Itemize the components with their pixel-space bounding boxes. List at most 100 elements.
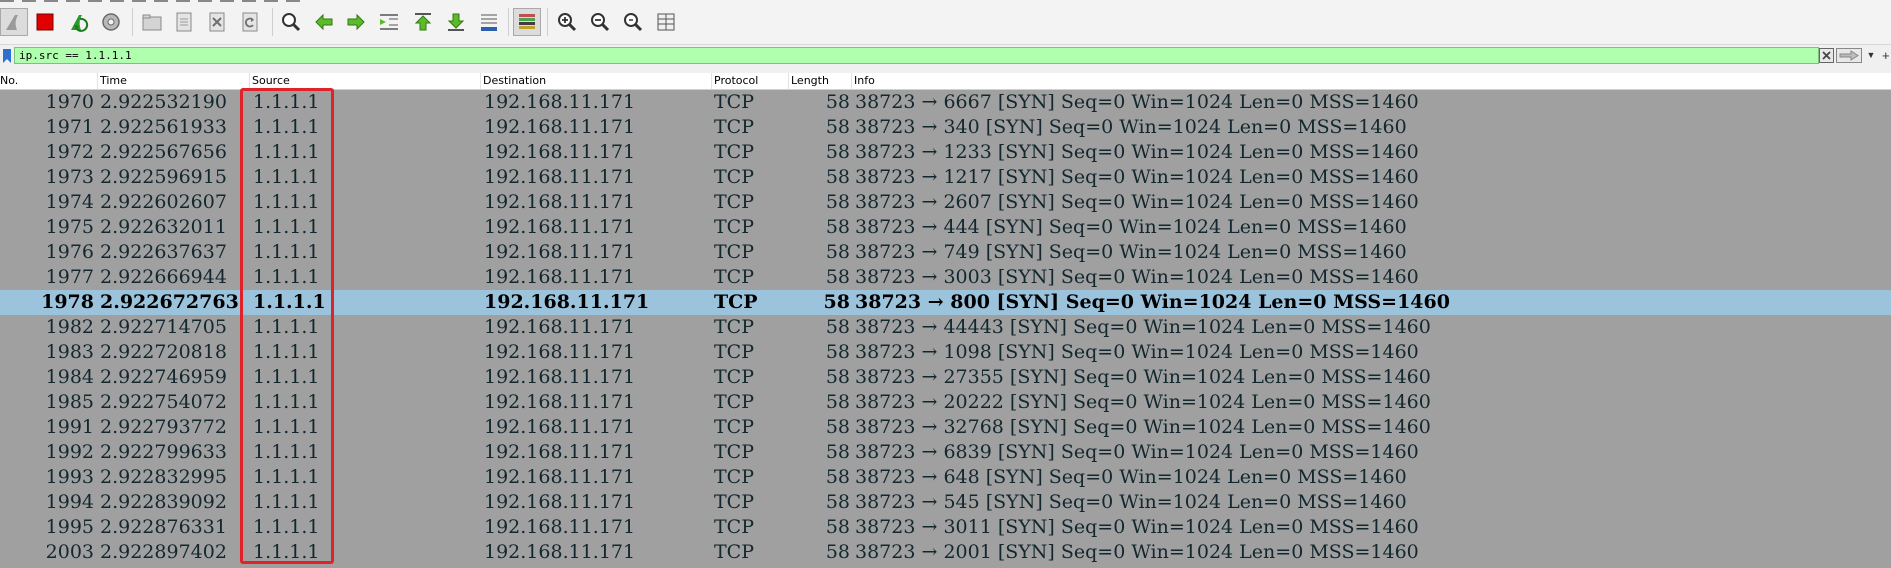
cell-info: 38723 → 800 [SYN] Seq=0 Win=1024 Len=0 M… bbox=[855, 291, 1450, 313]
cell-destination: 192.168.11.171 bbox=[484, 516, 636, 538]
apply-filter-arrow-icon[interactable] bbox=[1836, 48, 1862, 63]
cell-no: 1992 bbox=[45, 441, 94, 463]
close-file-icon[interactable] bbox=[203, 8, 231, 36]
cell-destination: 192.168.11.171 bbox=[484, 216, 636, 238]
table-row[interactable]: 1977 2.922666944 1.1.1.1 192.168.11.171 TCP 5… bbox=[0, 265, 1891, 290]
shark-fin-start-icon[interactable] bbox=[0, 8, 28, 36]
column-header-destination[interactable]: Destination bbox=[481, 73, 712, 89]
cell-protocol: TCP bbox=[714, 391, 754, 413]
go-last-icon[interactable] bbox=[442, 8, 470, 36]
table-row[interactable]: 1978 2.922672763 1.1.1.1 192.168.11.171 TCP 5… bbox=[0, 290, 1891, 315]
cell-source: 1.1.1.1 bbox=[253, 441, 320, 463]
cell-destination: 192.168.11.171 bbox=[484, 366, 636, 388]
table-row[interactable]: 1983 2.922720818 1.1.1.1 192.168.11.171 TCP 5… bbox=[0, 340, 1891, 365]
cell-protocol: TCP bbox=[714, 316, 754, 338]
cell-source: 1.1.1.1 bbox=[253, 366, 320, 388]
cell-length: 58 bbox=[825, 216, 850, 238]
cell-length: 58 bbox=[825, 141, 850, 163]
table-row[interactable]: 1982 2.922714705 1.1.1.1 192.168.11.171 TCP 5… bbox=[0, 315, 1891, 340]
cell-length: 58 bbox=[825, 116, 850, 138]
normal-size-icon[interactable] bbox=[619, 8, 647, 36]
go-first-icon[interactable] bbox=[409, 8, 437, 36]
toolbar-separator bbox=[547, 8, 548, 36]
zoom-out-icon[interactable] bbox=[586, 8, 614, 36]
add-filter-button-icon[interactable]: + bbox=[1882, 47, 1891, 64]
cell-source: 1.1.1.1 bbox=[253, 191, 320, 213]
table-row[interactable]: 1970 2.922532190 1.1.1.1 192.168.11.171 TCP 5… bbox=[0, 90, 1891, 115]
cell-info: 38723 → 1098 [SYN] Seq=0 Win=1024 Len=0 … bbox=[855, 341, 1419, 363]
cell-source: 1.1.1.1 bbox=[253, 491, 320, 513]
filter-history-dropdown-icon[interactable]: ▼ bbox=[1864, 48, 1878, 63]
column-header-length[interactable]: Length bbox=[789, 73, 852, 89]
column-header-source[interactable]: Source bbox=[250, 73, 481, 89]
table-row[interactable]: 1971 2.922561933 1.1.1.1 192.168.11.171 TCP 5… bbox=[0, 115, 1891, 140]
cell-protocol: TCP bbox=[714, 491, 754, 513]
column-header-time[interactable]: Time bbox=[98, 73, 250, 89]
find-packet-icon[interactable] bbox=[277, 8, 305, 36]
table-row[interactable]: 1973 2.922596915 1.1.1.1 192.168.11.171 TCP 5… bbox=[0, 165, 1891, 190]
resize-columns-icon[interactable] bbox=[652, 8, 680, 36]
table-row[interactable]: 1974 2.922602607 1.1.1.1 192.168.11.171 TCP 5… bbox=[0, 190, 1891, 215]
cell-info: 38723 → 340 [SYN] Seq=0 Win=1024 Len=0 M… bbox=[855, 116, 1407, 138]
table-row[interactable]: 1991 2.922793772 1.1.1.1 192.168.11.171 TCP 5… bbox=[0, 415, 1891, 440]
zoom-in-icon[interactable] bbox=[553, 8, 581, 36]
colorize-icon[interactable] bbox=[513, 8, 541, 36]
go-back-icon[interactable] bbox=[310, 8, 338, 36]
column-header-no[interactable]: No. bbox=[0, 73, 98, 89]
cell-length: 58 bbox=[825, 166, 850, 188]
column-header-protocol[interactable]: Protocol bbox=[712, 73, 789, 89]
cell-length: 58 bbox=[825, 491, 850, 513]
restart-capture-icon[interactable] bbox=[65, 8, 93, 36]
cell-protocol: TCP bbox=[714, 91, 754, 113]
packet-list: 1970 2.922532190 1.1.1.1 192.168.11.171 TCP 5… bbox=[0, 90, 1891, 568]
wireshark-window: ip.src == 1.1.1.1 ▼ + No. Time Source De… bbox=[0, 0, 1891, 568]
capture-options-icon[interactable] bbox=[97, 8, 125, 36]
cell-length: 58 bbox=[825, 266, 850, 288]
stop-capture-icon[interactable] bbox=[31, 8, 59, 36]
bookmark-icon[interactable] bbox=[1, 48, 13, 64]
table-row[interactable]: 2003 2.922897402 1.1.1.1 192.168.11.171 TCP 5… bbox=[0, 540, 1891, 565]
cell-time: 2.922596915 bbox=[100, 166, 227, 188]
go-to-packet-icon[interactable] bbox=[375, 8, 403, 36]
table-row[interactable]: 1972 2.922567656 1.1.1.1 192.168.11.171 TCP 5… bbox=[0, 140, 1891, 165]
table-row[interactable]: 1976 2.922637637 1.1.1.1 192.168.11.171 TCP 5… bbox=[0, 240, 1891, 265]
display-filter-input[interactable]: ip.src == 1.1.1.1 bbox=[14, 47, 1819, 64]
auto-scroll-icon[interactable] bbox=[475, 8, 503, 36]
cell-info: 38723 → 20222 [SYN] Seq=0 Win=1024 Len=0… bbox=[855, 391, 1431, 413]
cell-time: 2.922561933 bbox=[100, 116, 227, 138]
packet-list-header: No. Time Source Destination Protocol Len… bbox=[0, 73, 1891, 90]
cell-destination: 192.168.11.171 bbox=[484, 541, 636, 563]
cell-no: 1984 bbox=[45, 366, 94, 388]
cell-source: 1.1.1.1 bbox=[253, 91, 320, 113]
cell-destination: 192.168.11.171 bbox=[484, 391, 636, 413]
cell-time: 2.922720818 bbox=[100, 341, 227, 363]
cell-length: 58 bbox=[825, 441, 850, 463]
clear-filter-icon[interactable] bbox=[1819, 48, 1834, 63]
go-forward-icon[interactable] bbox=[342, 8, 370, 36]
cell-no: 1972 bbox=[45, 141, 94, 163]
open-file-icon[interactable] bbox=[138, 8, 166, 36]
table-row[interactable]: 1984 2.922746959 1.1.1.1 192.168.11.171 TCP 5… bbox=[0, 365, 1891, 390]
table-row[interactable]: 1992 2.922799633 1.1.1.1 192.168.11.171 TCP 5… bbox=[0, 440, 1891, 465]
cell-time: 2.922632011 bbox=[100, 216, 227, 238]
column-header-info[interactable]: Info bbox=[852, 73, 1891, 89]
cell-no: 1995 bbox=[45, 516, 94, 538]
cell-destination: 192.168.11.171 bbox=[484, 341, 636, 363]
table-row[interactable]: 1995 2.922876331 1.1.1.1 192.168.11.171 TCP 5… bbox=[0, 515, 1891, 540]
table-row[interactable]: 1975 2.922632011 1.1.1.1 192.168.11.171 TCP 5… bbox=[0, 215, 1891, 240]
cell-time: 2.922602607 bbox=[100, 191, 227, 213]
cell-destination: 192.168.11.171 bbox=[484, 491, 636, 513]
save-file-icon[interactable] bbox=[170, 8, 198, 36]
table-row[interactable]: 1985 2.922754072 1.1.1.1 192.168.11.171 TCP 5… bbox=[0, 390, 1891, 415]
cell-length: 58 bbox=[825, 366, 850, 388]
cell-time: 2.922746959 bbox=[100, 366, 227, 388]
cell-time: 2.922714705 bbox=[100, 316, 227, 338]
table-row[interactable]: 1994 2.922839092 1.1.1.1 192.168.11.171 TCP 5… bbox=[0, 490, 1891, 515]
table-row[interactable]: 1993 2.922832995 1.1.1.1 192.168.11.171 TCP 5… bbox=[0, 465, 1891, 490]
cell-no: 1991 bbox=[45, 416, 94, 438]
cell-destination: 192.168.11.171 bbox=[484, 116, 636, 138]
cell-source: 1.1.1.1 bbox=[253, 141, 320, 163]
reload-file-icon[interactable] bbox=[236, 8, 264, 36]
cell-no: 1985 bbox=[45, 391, 94, 413]
cell-info: 38723 → 2607 [SYN] Seq=0 Win=1024 Len=0 … bbox=[855, 191, 1419, 213]
